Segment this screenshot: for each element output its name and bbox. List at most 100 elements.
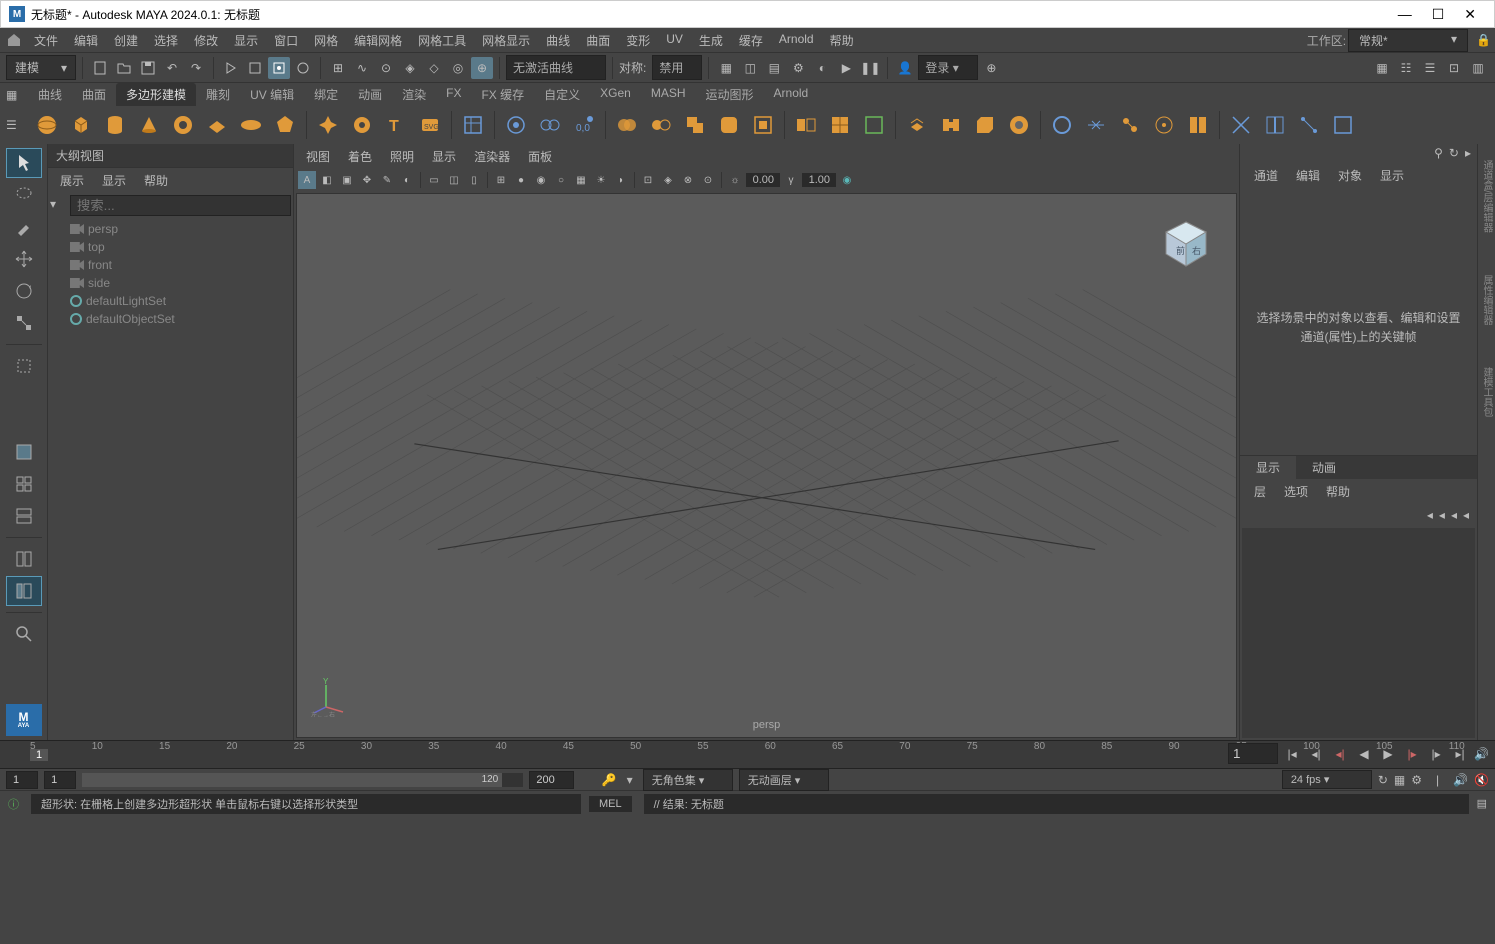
boolean-icon[interactable] <box>680 110 710 140</box>
time-slider[interactable]: 5101520253035404550556065707580859095100… <box>0 740 1495 768</box>
shelf-tab[interactable]: UV 编辑 <box>240 83 304 106</box>
render-sequence-icon[interactable]: ▤ <box>763 57 785 79</box>
menu-item[interactable]: 网格显示 <box>474 30 538 51</box>
move-tool[interactable] <box>6 244 42 274</box>
xray-icon[interactable]: ◈ <box>659 171 677 189</box>
multicut-icon[interactable] <box>1226 110 1256 140</box>
default-material-icon[interactable]: ○ <box>552 171 570 189</box>
xray-joints-icon[interactable]: ⊗ <box>679 171 697 189</box>
sidebar-vtab[interactable]: 通道盒/层编辑器 <box>1478 154 1495 239</box>
set-key-icon[interactable]: 🔑 <box>602 773 617 787</box>
soft-select-icon[interactable] <box>501 110 531 140</box>
fill-hole-icon[interactable] <box>1004 110 1034 140</box>
xray-toggle-icon[interactable]: ☰ <box>1419 57 1441 79</box>
outliner-search-input[interactable] <box>70 195 291 216</box>
exposure-icon[interactable]: ☼ <box>726 171 744 189</box>
shaded-wire-icon[interactable]: ◉ <box>532 171 550 189</box>
refresh-icon[interactable]: ↻ <box>1449 146 1459 160</box>
login-dropdown[interactable]: 登录 ▾ <box>918 55 978 80</box>
modeling-toolkit-icon[interactable]: ▦ <box>1371 57 1393 79</box>
redo-icon[interactable]: ↷ <box>185 57 207 79</box>
viewport-menu-item[interactable]: 着色 <box>340 146 380 167</box>
film-gate-icon[interactable]: ◫ <box>445 171 463 189</box>
sidebar-vtab[interactable]: 建模工具包 <box>1478 361 1495 423</box>
image-plane-icon[interactable]: ▣ <box>338 171 356 189</box>
volume-icon[interactable]: 🔊 <box>1453 773 1468 787</box>
detach-icon[interactable] <box>1183 110 1213 140</box>
connect-icon[interactable] <box>1294 110 1324 140</box>
merge-vertex-icon[interactable] <box>1115 110 1145 140</box>
poly-superellipse-icon[interactable] <box>313 110 343 140</box>
layer-move-down-icon[interactable]: ◂ <box>1451 508 1457 522</box>
anim-prefs-icon[interactable]: ⚙ <box>1411 773 1422 787</box>
layer-move-up-icon[interactable]: ◂ <box>1439 508 1445 522</box>
use-lights-icon[interactable]: ☀ <box>592 171 610 189</box>
shelf-tab[interactable]: 动画 <box>348 83 392 106</box>
shelf-tab[interactable]: FX 缓存 <box>471 83 534 106</box>
layer-menu-item[interactable]: 帮助 <box>1318 481 1358 502</box>
outliner-filter-icon[interactable]: ▾ <box>50 197 68 215</box>
shadows-icon[interactable]: ◗ <box>612 171 630 189</box>
outliner-item[interactable]: front <box>52 256 289 274</box>
menu-item[interactable]: 显示 <box>226 30 266 51</box>
fps-dropdown[interactable]: 24 fps ▾ <box>1282 770 1372 789</box>
channel-box-tab[interactable]: 对象 <box>1330 165 1370 186</box>
shelf-tab[interactable]: Arnold <box>764 83 819 106</box>
retopo-icon[interactable] <box>825 110 855 140</box>
step-back-key-icon[interactable]: ◂| <box>1306 744 1326 764</box>
rotate-tool[interactable] <box>6 276 42 306</box>
snap-live-icon[interactable]: ◎ <box>447 57 469 79</box>
poly-cylinder-icon[interactable] <box>100 110 130 140</box>
gate-mask-icon[interactable]: ▭ <box>425 171 443 189</box>
poly-cone-icon[interactable] <box>134 110 164 140</box>
bevel-icon[interactable] <box>970 110 1000 140</box>
menu-item[interactable]: 网格 <box>306 30 346 51</box>
active-curve-field[interactable]: 无激活曲线 <box>506 55 606 80</box>
symmetry-dropdown[interactable]: 禁用 <box>652 55 702 80</box>
isolate-select-icon[interactable]: ⊡ <box>639 171 657 189</box>
menu-item[interactable]: 创建 <box>106 30 146 51</box>
shelf-tab[interactable]: 曲面 <box>72 83 116 106</box>
menu-item[interactable]: 网格工具 <box>410 30 474 51</box>
layer-menu-item[interactable]: 层 <box>1246 481 1274 502</box>
menu-item[interactable]: 编辑网格 <box>346 30 410 51</box>
maximize-icon[interactable]: ☐ <box>1432 6 1445 23</box>
anim-layer-dropdown[interactable]: 无动画层 ▾ <box>739 769 829 791</box>
sym-select-icon[interactable] <box>535 110 565 140</box>
menu-item[interactable]: 修改 <box>186 30 226 51</box>
outliner-item[interactable]: top <box>52 238 289 256</box>
resolution-gate-icon[interactable]: ▯ <box>465 171 483 189</box>
outliner-tree[interactable]: persptopfrontsidedefaultLightSetdefaultO… <box>48 218 293 740</box>
poly-disc-icon[interactable] <box>236 110 266 140</box>
cleanup-icon[interactable] <box>859 110 889 140</box>
layer-tab[interactable]: 动画 <box>1296 456 1352 479</box>
range-track[interactable]: 120 <box>82 773 523 787</box>
content-browser-icon[interactable] <box>458 110 488 140</box>
textured-icon[interactable]: ▦ <box>572 171 590 189</box>
scale-tool[interactable] <box>6 308 42 338</box>
circularize-icon[interactable] <box>1047 110 1077 140</box>
make-live-icon[interactable]: ⊕ <box>471 57 493 79</box>
snap-curve-icon[interactable]: ∿ <box>351 57 373 79</box>
outliner-menu-item[interactable]: 显示 <box>94 170 134 191</box>
start-frame-field[interactable]: 1 <box>6 771 38 789</box>
minimize-icon[interactable]: — <box>1398 6 1412 23</box>
menu-item[interactable]: Arnold <box>771 30 822 51</box>
play-forward-icon[interactable]: ▶ <box>1378 744 1398 764</box>
account-icon[interactable]: 👤 <box>894 57 916 79</box>
poly-gear-icon[interactable] <box>347 110 377 140</box>
target-weld-icon[interactable] <box>1149 110 1179 140</box>
poly-plane-icon[interactable] <box>202 110 232 140</box>
pin-icon[interactable]: ⚲ <box>1434 146 1443 160</box>
end-frame-field[interactable]: 200 <box>529 771 573 789</box>
extrude-icon[interactable] <box>902 110 932 140</box>
camera-select-icon[interactable]: A <box>298 171 316 189</box>
layout-single-icon[interactable] <box>6 437 42 467</box>
layer-tab[interactable]: 显示 <box>1240 456 1296 479</box>
isolate-toggle-icon[interactable]: ⊡ <box>1443 57 1465 79</box>
menu-item[interactable]: 编辑 <box>66 30 106 51</box>
bridge-icon[interactable] <box>936 110 966 140</box>
bookmark-icon[interactable]: ◧ <box>318 171 336 189</box>
last-tool[interactable] <box>6 351 42 381</box>
layout-two-v-icon[interactable] <box>6 544 42 574</box>
